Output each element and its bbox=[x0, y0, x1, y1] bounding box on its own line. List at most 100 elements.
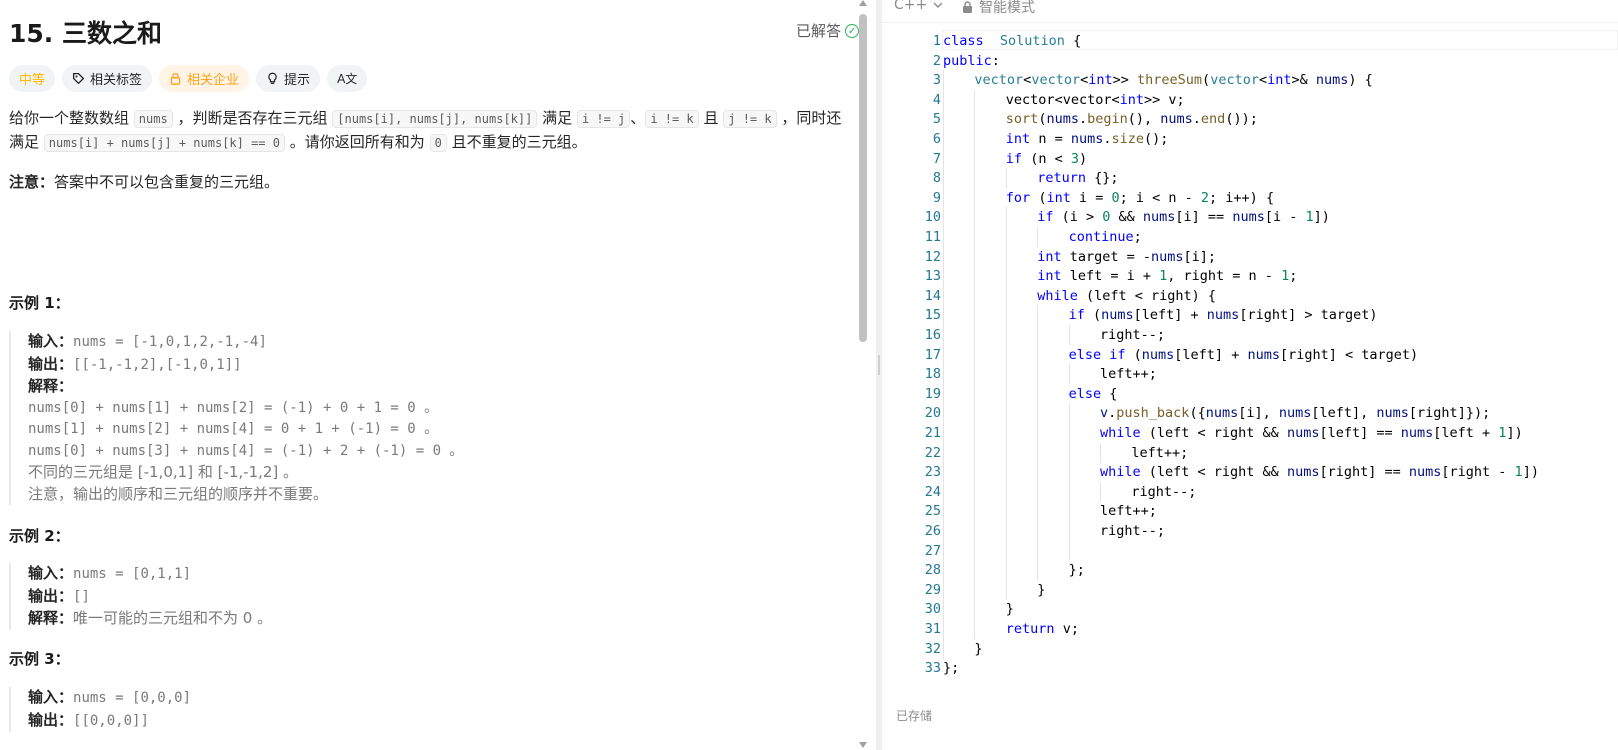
indent-guide bbox=[1005, 344, 1007, 365]
code-line[interactable]: 7 if (n < 3) bbox=[882, 148, 1618, 169]
code-token: {}; bbox=[1085, 170, 1119, 187]
hint-button[interactable]: 提示 bbox=[256, 65, 321, 92]
code-line[interactable]: 18 left++; bbox=[882, 364, 1618, 385]
indent-guide bbox=[1005, 383, 1007, 404]
code-area[interactable]: 1 class Solution {2 public: 3 vector<vector<… bbox=[882, 30, 1618, 691]
code-token: left = i + bbox=[1061, 268, 1160, 285]
scroll-up-arrow-icon[interactable] bbox=[859, 0, 867, 6]
code-token: vector<vector< bbox=[1005, 91, 1120, 108]
code-line[interactable]: 27 bbox=[882, 540, 1618, 561]
indent-guide bbox=[943, 325, 944, 345]
code-token: while bbox=[1037, 287, 1078, 304]
code-text: }; bbox=[1069, 560, 1085, 580]
code-token: ; i++) { bbox=[1209, 189, 1275, 206]
code-line[interactable]: 15 if (nums[left] + nums[right] > target) bbox=[882, 305, 1618, 326]
code-token: { bbox=[1064, 33, 1082, 49]
indent-guide bbox=[1068, 501, 1070, 522]
code-line[interactable]: 22 left++; bbox=[882, 442, 1618, 463]
code-line[interactable]: 13 int left = i + 1, right = n - 1; bbox=[882, 266, 1618, 287]
code-line[interactable]: 19 else { bbox=[882, 383, 1618, 404]
indent-guide bbox=[1005, 364, 1007, 385]
indent-guide bbox=[943, 383, 944, 404]
output-label: 输出： bbox=[28, 710, 74, 729]
code-text: int left = i + 1, right = n - 1; bbox=[1037, 266, 1297, 286]
indent-guide bbox=[974, 462, 976, 483]
code-line[interactable]: 31 return v; bbox=[882, 619, 1618, 639]
code-text: while (left < right) { bbox=[1037, 286, 1216, 306]
code-token: nums bbox=[1286, 425, 1320, 441]
code-text: public: bbox=[943, 51, 1000, 71]
line-number: 30 bbox=[924, 601, 941, 618]
scrollbar-thumb[interactable] bbox=[859, 14, 867, 342]
code-line[interactable]: 3 vector<vector<int>> threeSum(vector<int… bbox=[882, 70, 1618, 91]
line-number: 14 bbox=[924, 287, 941, 304]
code-line[interactable]: 1 class Solution { bbox=[882, 30, 1618, 51]
language-selector[interactable]: C++ bbox=[894, 0, 943, 13]
indent-guide bbox=[1068, 521, 1070, 541]
indent-guide bbox=[1005, 403, 1007, 424]
code-line[interactable]: 2 public: bbox=[882, 51, 1618, 71]
code-line[interactable]: 24 right--; bbox=[882, 481, 1618, 502]
code-line[interactable]: 23 while (left < right && nums[right] == … bbox=[882, 462, 1618, 483]
line-number: 20 bbox=[924, 405, 941, 422]
indent-guide bbox=[1005, 521, 1007, 541]
input-label: 输入： bbox=[28, 564, 74, 582]
code-line[interactable]: 26 right--; bbox=[882, 521, 1618, 541]
indent-guide bbox=[1037, 227, 1039, 247]
explanation-text: 唯一可能的三元组和不为 0 。 bbox=[73, 609, 273, 627]
note: 注意：答案中不可以包含重复的三元组。 bbox=[9, 171, 279, 192]
code-line[interactable]: 33}; bbox=[882, 658, 1618, 678]
output-value: [[0,0,0]] bbox=[73, 712, 149, 729]
line-number: 29 bbox=[924, 581, 941, 598]
code-text: } bbox=[1006, 599, 1014, 619]
code-token: class bbox=[943, 33, 984, 49]
code-token: i = bbox=[1070, 189, 1112, 206]
check-circle-icon: ✓ bbox=[845, 23, 860, 38]
indent-guide bbox=[1005, 168, 1007, 189]
code-line[interactable]: 20 v.push_back({nums[i], nums[left], nums… bbox=[882, 403, 1618, 424]
code-token: < bbox=[1080, 72, 1089, 89]
code-line[interactable]: 17 else if (nums[left] + nums[right] < ta… bbox=[882, 344, 1618, 365]
description-scrollbar[interactable] bbox=[858, 0, 868, 750]
indent-guide bbox=[943, 70, 944, 91]
indent-guide bbox=[974, 579, 976, 600]
code-token: nums bbox=[1400, 425, 1434, 441]
code-line[interactable]: 32} bbox=[882, 638, 1618, 659]
code-token: [right]}); bbox=[1408, 405, 1491, 422]
code-line[interactable]: 30} bbox=[882, 599, 1618, 620]
code-line[interactable]: 28}; bbox=[882, 560, 1618, 581]
scroll-down-arrow-icon[interactable] bbox=[859, 742, 867, 748]
related-companies-button[interactable]: 相关企业 bbox=[159, 65, 250, 92]
code-token: ]) bbox=[1506, 425, 1523, 441]
explanation-line: 不同的三元组是 [-1,0,1] 和 [-1,-1,2] 。 bbox=[28, 463, 299, 481]
code-line[interactable]: 10 if (i > 0 && nums[i] == nums[i - 1]) bbox=[882, 207, 1618, 228]
code-token: ) { bbox=[1348, 72, 1373, 89]
smart-mode-toggle[interactable]: 智能模式 bbox=[962, 0, 1035, 17]
code-line[interactable]: 5 sort(nums.begin(), nums.end()); bbox=[882, 109, 1618, 130]
example-3-block: 输入：nums = [0,0,0] 输出：[[0,0,0]] bbox=[9, 687, 191, 732]
indent-guide bbox=[943, 619, 944, 639]
code-line[interactable]: 6 int n = nums.size(); bbox=[882, 129, 1618, 149]
code-line[interactable]: 9 for (int i = 0; i < n - 2; i++) { bbox=[882, 187, 1618, 208]
indent-guide bbox=[974, 325, 976, 345]
indent-guide bbox=[1100, 442, 1101, 463]
indent-guide bbox=[974, 521, 976, 541]
code-token: nums bbox=[1206, 307, 1240, 324]
code-line[interactable]: 14 while (left < right) { bbox=[882, 285, 1618, 306]
code-line[interactable]: 8 return {}; bbox=[882, 168, 1618, 189]
code-line[interactable]: 25 left++; bbox=[882, 501, 1618, 522]
code-line[interactable]: 29} bbox=[882, 579, 1618, 600]
indent-guide bbox=[1005, 207, 1007, 228]
code-line[interactable]: 4 vector<vector<int>> v; bbox=[882, 89, 1618, 110]
code-line[interactable]: 12 int target = -nums[i]; bbox=[882, 246, 1618, 267]
indent-guide bbox=[974, 560, 976, 581]
indent-guide bbox=[1037, 383, 1039, 404]
code-line[interactable]: 16 right--; bbox=[882, 325, 1618, 345]
related-tags-button[interactable]: 相关标签 bbox=[62, 65, 153, 92]
code-line[interactable]: 11 continue; bbox=[882, 227, 1618, 247]
code-token: left++; bbox=[1131, 444, 1189, 461]
code-token: [right] > target) bbox=[1239, 307, 1378, 324]
code-line[interactable]: 21 while (left < right && nums[left] == n… bbox=[882, 423, 1618, 443]
translate-button[interactable]: A文 bbox=[327, 65, 368, 92]
inline-code: nums bbox=[133, 110, 173, 128]
